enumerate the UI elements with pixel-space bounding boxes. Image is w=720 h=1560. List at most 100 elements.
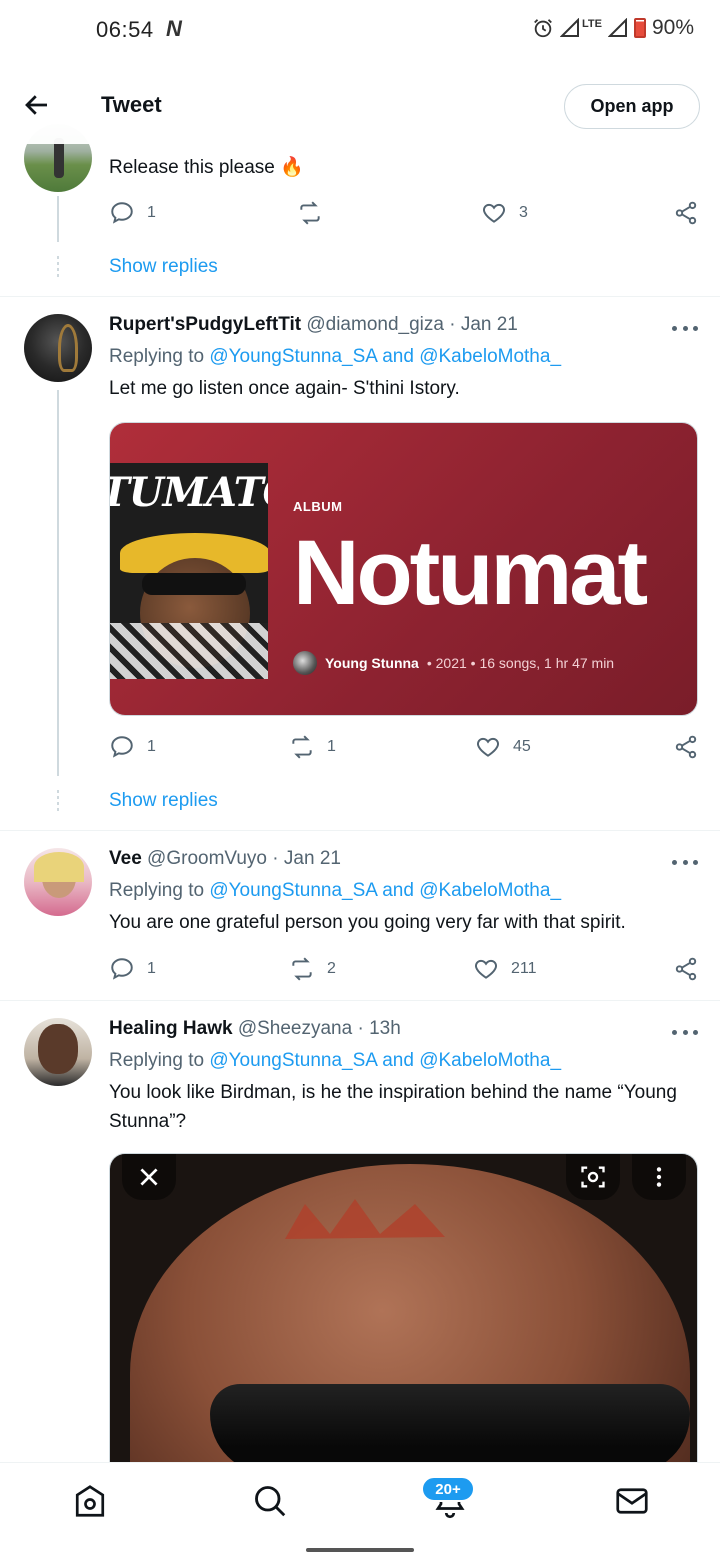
mention-and: and	[382, 1050, 414, 1071]
divider	[0, 1000, 720, 1001]
mail-icon	[616, 1488, 648, 1514]
reply-icon	[111, 736, 133, 758]
gesture-bar[interactable]	[306, 1548, 414, 1552]
album-card[interactable]: TUMATO ALBUM Notumat Young Stunna • 2021…	[109, 422, 698, 716]
tweet-text: Release this please 🔥	[109, 157, 304, 178]
mention-link[interactable]: @YoungStunna_SA	[209, 880, 377, 901]
replying-prefix: Replying to	[109, 346, 205, 367]
photo-menu-button[interactable]	[632, 1154, 686, 1200]
album-title: Notumat	[293, 522, 648, 624]
top-app-bar: Tweet Open app	[0, 66, 720, 144]
reply-icon	[111, 202, 133, 224]
tweet-text: You are one grateful person you going ve…	[109, 912, 626, 933]
mention-link[interactable]: @KabeloMotha_	[419, 1050, 561, 1071]
user-handle[interactable]: @Sheezyana	[238, 1018, 352, 1039]
photo-shades	[210, 1384, 690, 1474]
reply-button[interactable]: 1	[109, 954, 156, 984]
replying-prefix: Replying to	[109, 880, 205, 901]
album-meta: Young Stunna • 2021 • 16 songs, 1 hr 47 …	[293, 651, 614, 675]
reply-count: 1	[147, 960, 156, 977]
display-name[interactable]: Rupert'sPudgyLeftTit	[109, 314, 301, 335]
like-count: 211	[511, 960, 537, 977]
user-handle[interactable]: @GroomVuyo	[147, 848, 267, 869]
artist-avatar	[293, 651, 317, 675]
open-app-button[interactable]: Open app	[564, 84, 700, 129]
alarm-icon	[534, 19, 552, 38]
cover-title: TUMATO	[110, 469, 268, 516]
tweet-text: You look like Birdman, is he the inspira…	[109, 1082, 677, 1132]
close-photo-button[interactable]	[122, 1154, 176, 1200]
more-options-button[interactable]	[672, 1027, 698, 1037]
battery-icon	[633, 18, 646, 38]
thread-dots	[57, 256, 59, 280]
share-icon	[675, 201, 697, 225]
show-replies-link[interactable]: Show replies	[109, 256, 218, 278]
replying-to: Replying to @YoungStunna_SA and @KabeloM…	[109, 346, 561, 368]
bottom-navigation: 20+	[0, 1462, 720, 1538]
nav-home[interactable]	[72, 1483, 108, 1519]
retweet-count: 2	[327, 960, 336, 977]
display-name[interactable]: Vee	[109, 848, 142, 869]
tweet-actions: 1 3	[109, 198, 699, 228]
display-name[interactable]: Healing Hawk	[109, 1018, 233, 1039]
mention-link[interactable]: @YoungStunna_SA	[209, 346, 377, 367]
retweet-icon	[292, 735, 312, 759]
status-indicators: LTE 90%	[532, 16, 694, 40]
share-button[interactable]	[673, 732, 699, 762]
user-handle[interactable]: @diamond_giza	[306, 314, 444, 335]
album-cover: TUMATO	[110, 463, 268, 679]
tweet-photo[interactable]	[109, 1153, 698, 1483]
more-options-button[interactable]	[672, 857, 698, 867]
tweet-actions: 1 1 45	[109, 732, 699, 762]
reply-button[interactable]: 1	[109, 732, 156, 762]
tweet-actions: 1 2 211	[109, 954, 699, 984]
tweet-author: Healing Hawk @Sheezyana · 13h	[109, 1018, 401, 1040]
lens-icon	[581, 1166, 605, 1188]
retweet-button[interactable]: 1	[289, 732, 336, 762]
mention-link[interactable]: @KabeloMotha_	[419, 346, 561, 367]
retweet-icon	[300, 201, 320, 225]
reply-icon	[111, 958, 133, 980]
replying-to: Replying to @YoungStunna_SA and @KabeloM…	[109, 1050, 561, 1072]
status-bar: 06:54 N LTE 90%	[0, 0, 720, 60]
battery-level: 90%	[651, 16, 694, 39]
retweet-button[interactable]: 2	[289, 954, 336, 984]
mention-and: and	[382, 346, 414, 367]
like-button[interactable]: 211	[473, 954, 537, 984]
share-button[interactable]	[673, 954, 699, 984]
tweet-text: Let me go listen once again- S'thini Ist…	[109, 378, 460, 399]
nav-search[interactable]	[252, 1483, 288, 1519]
retweet-count: 1	[327, 738, 336, 755]
tweet-date: · Jan 21	[449, 314, 518, 335]
mention-link[interactable]: @YoungStunna_SA	[209, 1050, 377, 1071]
album-type: ALBUM	[293, 499, 343, 514]
share-icon	[675, 735, 697, 759]
mention-link[interactable]: @KabeloMotha_	[419, 880, 561, 901]
avatar[interactable]	[24, 848, 92, 916]
nav-messages[interactable]	[614, 1483, 650, 1519]
thread-line	[57, 196, 59, 242]
lens-button[interactable]	[566, 1154, 620, 1200]
page-title: Tweet	[101, 92, 162, 117]
reply-button[interactable]: 1	[109, 198, 156, 228]
tweet-date: · 13h	[357, 1018, 401, 1039]
back-button[interactable]	[22, 90, 52, 120]
share-icon	[675, 957, 697, 981]
retweet-icon	[292, 957, 312, 981]
like-count: 3	[519, 204, 528, 221]
avatar[interactable]	[24, 314, 92, 382]
like-button[interactable]: 3	[481, 198, 528, 228]
avatar[interactable]	[24, 1018, 92, 1086]
show-replies-link[interactable]: Show replies	[109, 790, 218, 812]
heart-icon	[483, 203, 505, 223]
arrow-left-icon	[25, 95, 47, 115]
album-details: • 2021 • 16 songs, 1 hr 47 min	[426, 655, 615, 671]
tweet-author: Vee @GroomVuyo · Jan 21	[109, 848, 341, 870]
share-button[interactable]	[673, 198, 699, 228]
more-options-button[interactable]	[672, 323, 698, 333]
replying-to: Replying to @YoungStunna_SA and @KabeloM…	[109, 880, 561, 902]
photo-content	[110, 1154, 697, 1483]
retweet-button[interactable]	[297, 198, 323, 228]
like-button[interactable]: 45	[475, 732, 531, 762]
tweet-author: Rupert'sPudgyLeftTit @diamond_giza · Jan…	[109, 314, 518, 336]
